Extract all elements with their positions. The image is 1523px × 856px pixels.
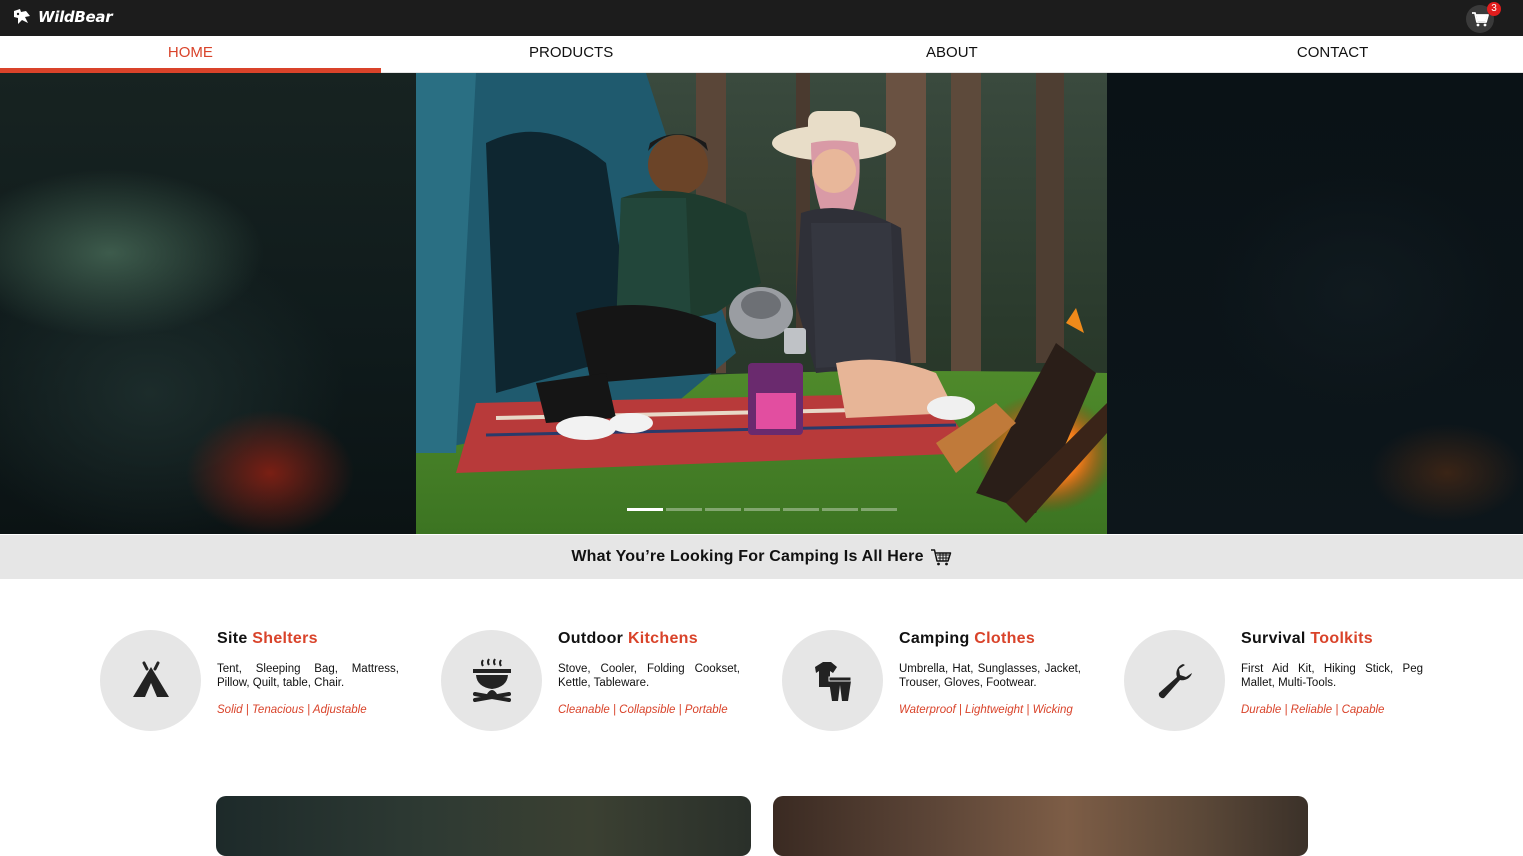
brand-name: WildBear [38,8,113,26]
category-title: Camping Clothes [899,630,1036,647]
hero-carousel[interactable] [0,73,1523,534]
promo-card-gear[interactable] [773,796,1308,856]
carousel-dot[interactable] [705,508,741,511]
category-icon-circle [1124,630,1225,731]
cart-count-badge: 3 [1487,2,1501,16]
hero-prev-slide-preview[interactable] [0,73,416,534]
carousel-dot[interactable] [783,508,819,511]
clothes-icon [814,661,851,701]
shopping-cart-icon [1472,12,1489,27]
carousel-dot[interactable] [627,508,663,511]
category-title: Outdoor Kitchens [558,630,698,647]
category-description: First Aid Kit, Hiking Stick, Peg Mallet,… [1241,663,1423,689]
category-icon-circle [100,630,201,731]
campfire-pot-icon [472,657,511,702]
promo-card-camping[interactable] [216,796,751,856]
tab-home[interactable]: HOME [0,36,381,73]
tab-products[interactable]: PRODUCTS [381,36,762,72]
shopping-cart-icon [930,549,951,566]
carousel-dot[interactable] [822,508,858,511]
hero-slide-image [416,73,1107,534]
banner-text: What You’re Looking For Camping Is All H… [571,548,924,565]
category-tags: Durable | Reliable | Capable [1241,704,1385,716]
top-bar: WildBear 3 [0,0,1523,36]
camping-couple-photo [416,73,1107,534]
hero-next-slide-preview[interactable] [1107,73,1523,534]
bear-logo-icon [14,9,30,24]
category-survival-toolkits[interactable]: Survival Toolkits First Aid Kit, Hiking … [1124,630,1444,740]
category-icon-circle [782,630,883,731]
promo-banner: What You’re Looking For Camping Is All H… [0,535,1523,579]
category-tags: Cleanable | Collapsible | Portable [558,704,728,716]
carousel-indicators [627,508,897,511]
category-description: Tent, Sleeping Bag, Mattress, Pillow, Qu… [217,663,399,689]
category-title: Survival Toolkits [1241,630,1373,647]
tab-about[interactable]: ABOUT [762,36,1143,72]
category-site-shelters[interactable]: Site Shelters Tent, Sleeping Bag, Mattre… [100,630,420,740]
category-description: Umbrella, Hat, Sunglasses, Jacket, Trous… [899,663,1081,689]
carousel-dot[interactable] [666,508,702,511]
category-camping-clothes[interactable]: Camping Clothes Umbrella, Hat, Sunglasse… [782,630,1102,740]
category-outdoor-kitchens[interactable]: Outdoor Kitchens Stove, Cooler, Folding … [441,630,761,740]
tab-contact[interactable]: CONTACT [1142,36,1523,72]
category-tags: Waterproof | Lightweight | Wicking [899,704,1073,716]
category-icon-circle [441,630,542,731]
tent-icon [132,661,169,697]
category-description: Stove, Cooler, Folding Cookset, Kettle, … [558,663,740,689]
wrench-icon [1158,663,1192,698]
category-title: Site Shelters [217,630,318,647]
carousel-dot[interactable] [861,508,897,511]
brand-logo[interactable]: WildBear [12,8,113,26]
category-tags: Solid | Tenacious | Adjustable [217,704,367,716]
carousel-dot[interactable] [744,508,780,511]
main-nav: HOME PRODUCTS ABOUT CONTACT [0,36,1523,73]
